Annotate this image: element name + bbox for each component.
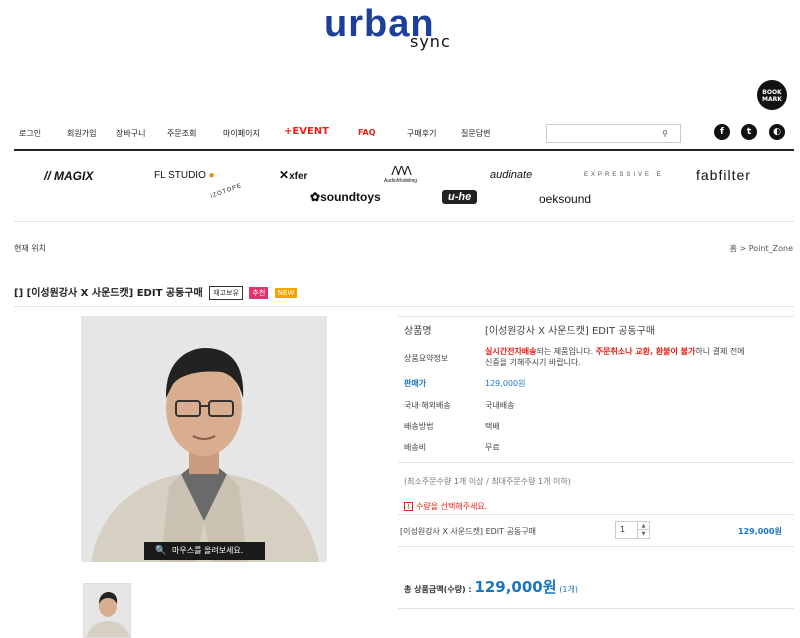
brand-oeksound-label: oeksound [539, 192, 592, 206]
brand-audinate[interactable]: audinate [490, 169, 532, 181]
total-amount: 총 상품금액(수량) : 129,000원 (1개) [404, 576, 578, 597]
brand-izotope-label: iZOTOPE [209, 182, 243, 200]
summary-value: 실시간전자배송되는 제품입니다. 주문취소나 교환, 환불이 불가하니 결제 전… [485, 346, 790, 368]
brand-magix-label: MAGIX [54, 169, 94, 183]
twitter-icon[interactable]: t [741, 124, 757, 140]
title-divider [14, 306, 794, 307]
magnifier-icon[interactable]: ⚲ [662, 129, 668, 138]
zoom-hint: 🔍 마우스를 올려보세요. [144, 542, 265, 560]
nav-order-lookup[interactable]: 주문조회 [167, 128, 196, 139]
brand-oeksound[interactable]: oeksound [539, 192, 591, 206]
thumbnail-portrait [84, 584, 130, 637]
nav-login[interactable]: 로그인 [19, 128, 41, 139]
total-value: 129,000원 [474, 578, 557, 596]
product-title-bar: [] [이성원강사 X 사운드캣] EDIT 공동구매 재고보유 추천 NEW [14, 284, 298, 300]
summary-label: 상품요약정보 [404, 354, 449, 363]
total-count: (1개) [559, 585, 579, 594]
facebook-icon[interactable]: f [714, 124, 730, 140]
bookmark-line1: BOOK [762, 89, 782, 96]
current-location-label: 현재 위치 [14, 244, 46, 253]
new-badge: NEW [274, 288, 298, 298]
summary-text1: 되는 제품입니다. [536, 347, 596, 356]
quantity-value: 1 [620, 525, 626, 534]
shipping-type-label: 국내·해외배송 [404, 401, 451, 410]
bookmark-button[interactable]: BOOK MARK [757, 80, 787, 110]
shipping-fee-value: 무료 [485, 443, 500, 452]
brand-fabfilter[interactable]: fabfilter [696, 167, 751, 183]
nav-faq[interactable]: FAQ [358, 128, 376, 137]
brand-strip: // MAGIX FL STUDIO ● ✕xfer ᐱᐱᐱ AudioModel… [14, 152, 794, 222]
breadcrumb-separator: > [739, 244, 747, 253]
quantity-warning: ! 수량을 선택해주세요. [404, 501, 487, 512]
bookmark-line2: MARK [762, 96, 782, 103]
brand-uhe-label: u-he [448, 191, 472, 203]
kakao-icon[interactable]: ◐ [769, 124, 785, 140]
shipping-method-value: 택배 [485, 422, 500, 431]
nav-signup[interactable]: 회원가입 [67, 128, 96, 139]
recommended-badge: 추천 [249, 287, 269, 299]
brand-flstudio-label: FL STUDIO [154, 170, 206, 181]
option-price: 129,000원 [738, 527, 782, 536]
top-navigation: 로그인 회원가입 장바구니 주문조회 마이페이지 +EVENT FAQ 구매후기… [14, 121, 794, 151]
summary-no-refund: 주문취소나 교환, 환불이 불가 [595, 347, 696, 356]
brand-magix[interactable]: // MAGIX [44, 169, 93, 183]
product-name-value: [이성원강사 X 사운드캣] EDIT 공동구매 [485, 326, 656, 337]
warning-text: 수량을 선택해주세요. [416, 502, 488, 511]
option-name: [이성원강사 X 사운드캣] EDIT 공동구매 [400, 527, 537, 536]
zoom-hint-text: 마우스를 올려보세요. [172, 546, 244, 555]
brand-xfer[interactable]: ✕xfer [279, 168, 307, 182]
product-thumbnail[interactable] [83, 583, 131, 638]
summary-realtime: 실시간전자배송 [485, 347, 537, 356]
zoom-magnifier-icon: 🔍 [155, 546, 167, 556]
brand-soundtoys-label: soundtoys [320, 190, 381, 204]
info-mid-rule [398, 462, 794, 463]
brand-xfer-label: xfer [289, 171, 308, 182]
quantity-down-button[interactable]: ▼ [637, 530, 649, 538]
brand-audiomodeling[interactable]: ᐱᐱᐱ AudioModeling [384, 164, 417, 184]
warning-icon: ! [404, 502, 413, 511]
site-logo[interactable]: urban sync [322, 4, 492, 52]
price-label: 판매가 [404, 379, 427, 388]
quantity-stepper[interactable]: 1 ▲ ▼ [615, 521, 650, 539]
min-max-quantity: (최소주문수량 1개 이상 / 최대주문수량 1개 이하) [404, 477, 571, 486]
brand-flstudio[interactable]: FL STUDIO ● [154, 170, 215, 181]
nav-qna[interactable]: 질문답변 [461, 128, 490, 139]
nav-reviews[interactable]: 구매후기 [407, 128, 436, 139]
quantity-up-button[interactable]: ▲ [637, 522, 649, 530]
brand-expressive-e[interactable]: EXPRESSIVE E [584, 172, 664, 178]
product-title: [] [이성원강사 X 사운드캣] EDIT 공동구매 [14, 288, 203, 299]
breadcrumb-current[interactable]: Point_Zone [749, 244, 793, 253]
option-bottom-rule [398, 546, 794, 547]
shipping-fee-label: 배송비 [404, 443, 427, 452]
logo-sub-text: sync [410, 32, 451, 51]
breadcrumb: 홈 > Point_Zone [730, 243, 793, 254]
nav-mypage[interactable]: 마이페이지 [223, 128, 260, 139]
info-top-rule [398, 316, 794, 317]
brand-izotope[interactable]: iZOTOPE [210, 183, 243, 200]
total-label: 총 상품금액(수량) : [404, 585, 475, 594]
product-image[interactable]: 🔍 마우스를 올려보세요. [81, 316, 327, 562]
brand-uhe[interactable]: u-he [442, 190, 478, 204]
brand-expressive-e-label: EXPRESSIVE E [584, 172, 664, 178]
nav-event[interactable]: +EVENT [284, 126, 329, 137]
brand-soundtoys[interactable]: ✿soundtoys [310, 190, 381, 204]
shipping-method-label: 배송방법 [404, 422, 434, 431]
breadcrumb-home[interactable]: 홈 [730, 244, 737, 253]
summary-text2: 하니 결제 전에 [695, 347, 745, 356]
product-name-label: 상품명 [404, 326, 432, 337]
search-input[interactable]: ⚲ [546, 124, 681, 143]
price-value: 129,000원 [485, 379, 526, 388]
summary-text3: 신중을 기해주시기 바랍니다. [485, 358, 581, 367]
in-stock-badge: 재고보유 [209, 286, 243, 300]
shipping-type-value: 국내배송 [485, 401, 515, 410]
brand-audiomodeling-label: AudioModeling [384, 178, 418, 184]
brand-audinate-label: audinate [490, 169, 533, 181]
brand-fabfilter-label: fabfilter [696, 167, 751, 183]
option-top-rule [398, 514, 794, 515]
total-bottom-rule [398, 608, 794, 609]
portrait-illustration [81, 316, 327, 562]
nav-cart[interactable]: 장바구니 [116, 128, 145, 139]
